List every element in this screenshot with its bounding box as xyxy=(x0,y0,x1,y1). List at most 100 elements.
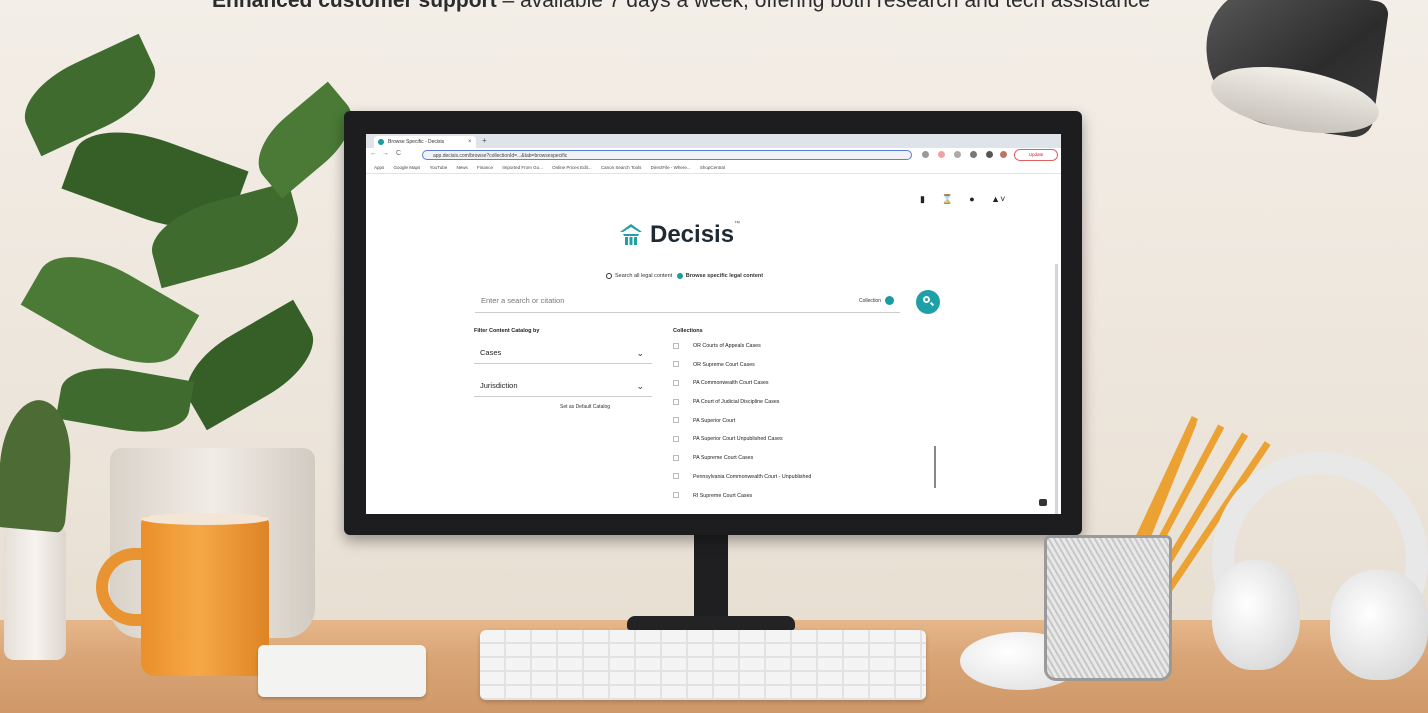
bookmark-item[interactable]: Finance xyxy=(477,162,493,173)
collection-item[interactable]: PA Superior Court xyxy=(673,412,811,431)
checkbox[interactable] xyxy=(673,398,679,405)
page-scrollbar[interactable] xyxy=(1055,264,1058,514)
tab-title: Browse Specific - Decisis xyxy=(388,139,445,145)
tab-favicon-icon xyxy=(378,139,384,145)
collections-scrollbar[interactable] xyxy=(934,446,936,488)
monitor: Browse Specific - Decisis × + ← → C app.… xyxy=(344,111,1082,535)
search-placeholder: Enter a search or citation xyxy=(481,296,565,305)
new-tab-icon[interactable]: + xyxy=(482,136,487,145)
logo-text: Decisis xyxy=(650,221,735,248)
checkbox[interactable] xyxy=(673,361,679,368)
bookmark-item[interactable]: ShopCentral xyxy=(700,162,725,173)
collection-item[interactable]: RI Supreme Court Cases xyxy=(673,487,811,506)
collections-list: OR Courts of Appeals Cases OR Supreme Co… xyxy=(673,337,811,505)
bookmark-icon[interactable]: ▮ xyxy=(920,194,925,205)
bookmark-item[interactable]: YouTube xyxy=(430,162,448,173)
promo-headline-rest: – available 7 days a week, offering both… xyxy=(496,0,1151,12)
address-row: ← → C app.decisis.com/browse?collectionI… xyxy=(366,148,1061,162)
monitor-screen: Browse Specific - Decisis × + ← → C app.… xyxy=(366,134,1061,514)
collection-label: PA Supreme Court Cases xyxy=(693,455,754,462)
radio-browse-specific[interactable]: Browse specific legal content xyxy=(676,273,764,280)
collection-item[interactable]: PA Commonwealth Court Cases xyxy=(673,374,811,393)
search-mode-toggle: Search all legal content Browse specific… xyxy=(606,273,763,279)
checkbox[interactable] xyxy=(673,379,679,386)
collection-label: Collection xyxy=(859,298,881,304)
mug-rim xyxy=(141,513,269,525)
monitor-stand xyxy=(694,535,728,625)
bookmark-item[interactable]: Online Prices Edit... xyxy=(552,162,592,173)
decisis-logo: Decisis™ xyxy=(620,221,741,249)
extension-icon[interactable] xyxy=(970,151,977,158)
chevron-down-icon: ⌄ xyxy=(636,381,644,391)
headphone-cup-left xyxy=(1212,560,1300,670)
collection-toggle-icon xyxy=(885,296,894,306)
logo-icon xyxy=(620,224,642,245)
collection-label: Pennsylvania Commonwealth Court - Unpubl… xyxy=(693,473,812,480)
back-arrow-icon[interactable]: ← xyxy=(370,150,377,157)
collection-item[interactable]: OR Supreme Court Cases xyxy=(673,356,811,375)
forward-arrow-icon[interactable]: → xyxy=(382,150,389,157)
update-button[interactable]: Update xyxy=(1014,149,1058,161)
app-header-icons: ▮ ⌛ ● ▲˅ xyxy=(920,194,1019,205)
bookmark-item[interactable]: Imported From Go... xyxy=(502,162,543,173)
hourglass-icon[interactable]: ⌛ xyxy=(941,194,952,205)
collection-item[interactable]: PA Court of Judicial Discipline Cases xyxy=(673,393,811,412)
radio-label: Search all legal content xyxy=(615,273,673,280)
radio-label: Browse specific legal content xyxy=(685,273,764,280)
promo-headline-bold: Enhanced customer support xyxy=(212,0,497,12)
profile-avatar[interactable] xyxy=(1000,151,1007,158)
reload-icon[interactable]: C xyxy=(396,150,401,157)
set-default-catalog-link[interactable]: Set as Default Catalog xyxy=(560,404,610,410)
collection-label: RI Supreme Court Cases xyxy=(693,492,753,499)
promo-headline: Enhanced customer support – available 7 … xyxy=(212,0,1192,16)
checkbox[interactable] xyxy=(673,417,679,424)
collection-item[interactable]: PA Supreme Court Cases xyxy=(673,449,811,468)
checkbox[interactable] xyxy=(673,454,679,461)
photo-scene: Enhanced customer support – available 7 … xyxy=(0,0,1428,713)
search-button[interactable] xyxy=(916,290,940,314)
collection-label: OR Supreme Court Cases xyxy=(693,361,755,368)
filter-heading: Filter Content Catalog by xyxy=(474,328,540,334)
chat-icon[interactable] xyxy=(1039,499,1047,506)
help-icon[interactable]: ● xyxy=(969,194,974,204)
tab-close-icon[interactable]: × xyxy=(468,136,472,148)
search-input[interactable]: Enter a search or citation Collection xyxy=(475,289,900,313)
checkbox[interactable] xyxy=(673,473,679,480)
bookmark-item[interactable]: News xyxy=(457,162,468,173)
user-icon[interactable]: ▲˅ xyxy=(991,194,1005,204)
collection-label: PA Commonwealth Court Cases xyxy=(693,380,769,387)
jurisdiction-select[interactable]: Jurisdiction ⌄ xyxy=(474,375,652,397)
content-type-select[interactable]: Cases ⌄ xyxy=(474,342,652,364)
extension-icon[interactable] xyxy=(922,151,929,158)
collection-item[interactable]: Pennsylvania Commonwealth Court - Unpubl… xyxy=(673,468,811,487)
bookmark-item[interactable]: DirectFile - Where... xyxy=(651,162,691,173)
bookmark-item[interactable]: Canon Search Tools xyxy=(601,162,641,173)
extension-icon[interactable] xyxy=(938,151,945,158)
checkbox[interactable] xyxy=(673,436,679,443)
select-value: Cases xyxy=(480,348,502,357)
bookmark-item[interactable]: Apps xyxy=(374,162,384,173)
extension-icon[interactable] xyxy=(986,151,993,158)
collection-label: PA Court of Judicial Discipline Cases xyxy=(693,399,780,406)
collection-item[interactable]: OR Courts of Appeals Cases xyxy=(673,337,811,356)
collection-item[interactable]: PA Superior Court Unpublished Cases xyxy=(673,430,811,449)
extension-icon[interactable] xyxy=(954,151,961,158)
select-value: Jurisdiction xyxy=(480,381,518,390)
url-bar[interactable]: app.decisis.com/browse?collectionId=...&… xyxy=(422,150,912,160)
small-pot xyxy=(4,528,66,660)
checkbox[interactable] xyxy=(673,342,679,349)
radio-selected-icon xyxy=(676,273,683,279)
monitor-base xyxy=(627,616,795,630)
browser-tab[interactable]: Browse Specific - Decisis × xyxy=(374,136,476,148)
bookmark-item[interactable]: Google Maps xyxy=(394,162,421,173)
collection-label: OR Courts of Appeals Cases xyxy=(693,343,761,349)
logo-trademark: ™ xyxy=(734,221,741,227)
radio-icon xyxy=(606,273,612,279)
pencil-holder xyxy=(1044,535,1172,681)
bookmarks-bar: Apps Google Maps YouTube News Finance Im… xyxy=(366,162,1061,174)
checkbox[interactable] xyxy=(673,492,679,499)
collection-label: PA Superior Court xyxy=(693,417,736,424)
radio-search-all[interactable]: Search all legal content xyxy=(606,273,672,279)
collections-heading: Collections xyxy=(673,328,703,334)
collection-toggle[interactable]: Collection xyxy=(859,289,894,313)
